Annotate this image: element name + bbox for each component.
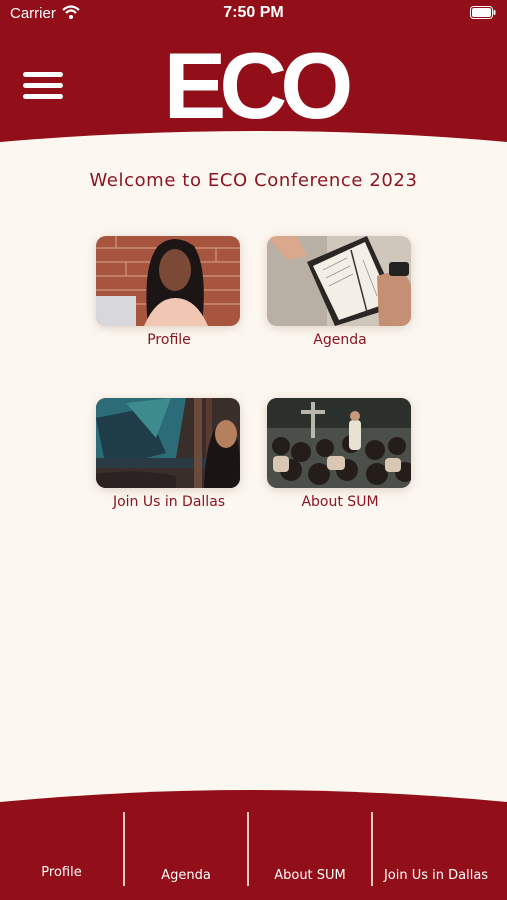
join-dallas-tile[interactable]: Join Us in Dallas: [96, 398, 242, 510]
battery-icon: [470, 6, 496, 19]
tile-grid: Profile Agenda Join Us in Dallas About S…: [82, 224, 426, 524]
tab-about-sum[interactable]: About SUM: [249, 868, 371, 883]
join-dallas-tile-label: Join Us in Dallas: [112, 494, 226, 510]
agenda-image: [267, 236, 411, 326]
profile-tile-label: Profile: [147, 332, 191, 348]
profile-image: [96, 236, 240, 326]
tab-profile[interactable]: Profile: [0, 865, 123, 880]
welcome-heading: Welcome to ECO Conference 2023: [89, 170, 418, 191]
about-sum-tile-label: About SUM: [301, 494, 379, 510]
bottom-tab-bar: Profile Agenda About SUM Join Us in Dall…: [0, 786, 507, 900]
eco-logo: ECO: [163, 33, 354, 138]
status-time: 7:50 PM: [223, 4, 284, 21]
status-bar: Carrier 7:50 PM: [0, 0, 507, 28]
app-header: Carrier 7:50 PM ECO: [0, 0, 507, 150]
about-sum-tile[interactable]: About SUM: [267, 398, 413, 510]
agenda-tile[interactable]: Agenda: [267, 236, 413, 348]
tab-join-dallas[interactable]: Join Us in Dallas: [373, 868, 499, 883]
profile-tile[interactable]: Profile: [96, 236, 242, 348]
hamburger-menu-icon[interactable]: [23, 72, 63, 102]
about-sum-image: [267, 398, 411, 488]
agenda-tile-label: Agenda: [313, 332, 367, 348]
tab-agenda[interactable]: Agenda: [125, 868, 247, 883]
join-dallas-image: [96, 398, 240, 488]
